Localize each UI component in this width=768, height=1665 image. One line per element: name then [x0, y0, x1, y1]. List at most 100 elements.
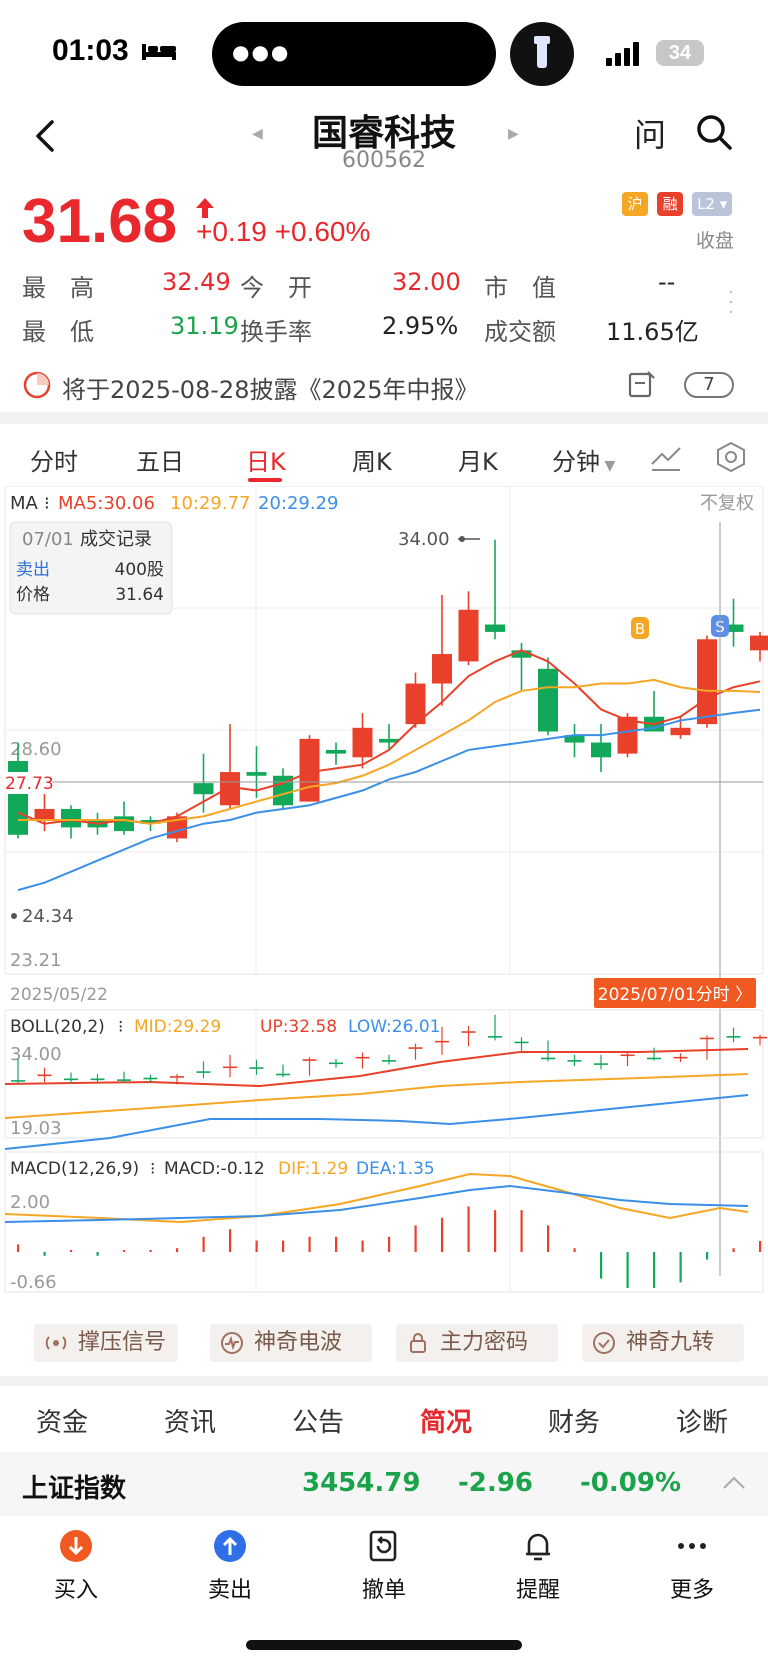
- active-tab-indicator: [248, 478, 282, 482]
- sell-button[interactable]: 卖出: [180, 1528, 280, 1604]
- tab-monthly-k[interactable]: 月K: [458, 442, 498, 477]
- candle-body: [670, 727, 691, 736]
- adjust-toggle[interactable]: 不复权: [700, 493, 754, 514]
- tab-weekly-k[interactable]: 周K: [352, 442, 392, 477]
- candle-body: [326, 749, 346, 754]
- index-change-pct: -0.09%: [580, 1468, 681, 1498]
- tab-five-day[interactable]: 五日: [136, 442, 184, 477]
- draw-line-icon[interactable]: [650, 442, 682, 472]
- settings-hex-icon[interactable]: [714, 440, 748, 474]
- tab-diagnosis[interactable]: 诊断: [676, 1402, 728, 1439]
- more-button[interactable]: 更多: [642, 1528, 742, 1604]
- macd-bar: [414, 1225, 417, 1252]
- index-value: 3454.79: [302, 1468, 421, 1498]
- buy-marker[interactable]: B: [631, 617, 649, 639]
- stat-label: 成交额: [484, 318, 556, 346]
- candle-body: [458, 609, 479, 662]
- notice-text: 将于2025-08-28披露《2025年中报》: [62, 376, 479, 404]
- buy-icon: [60, 1530, 92, 1562]
- tab-intraday[interactable]: 分时: [30, 442, 78, 477]
- ma10-legend: 10:29.77: [170, 493, 251, 514]
- macd-menu-icon[interactable]: ⁝: [150, 1159, 155, 1179]
- next-stock-icon[interactable]: ▶: [508, 126, 519, 142]
- status-bar: 01:03 ●●● 34: [0, 0, 768, 100]
- tab-minute[interactable]: 分钟 ▼: [552, 442, 615, 477]
- stat-volume-amount: 11.65亿: [606, 318, 699, 346]
- ma-label: MA: [10, 493, 39, 514]
- chevron-up-icon[interactable]: [722, 1476, 746, 1490]
- magic-nine-button[interactable]: 神奇九转: [582, 1324, 744, 1362]
- ma10-line: [18, 678, 761, 825]
- flashlight-icon[interactable]: [510, 22, 574, 86]
- buy-label: 买入: [53, 1578, 98, 1603]
- tab-news[interactable]: 资讯: [164, 1402, 216, 1439]
- stat-label: 最 高: [22, 274, 94, 302]
- macd-name[interactable]: MACD(12,26,9): [10, 1159, 139, 1179]
- boll-mid-line: [4, 1073, 749, 1119]
- tooltip-title: 成交记录: [80, 529, 152, 550]
- more-stats-icon[interactable]: · · ·: [728, 284, 734, 322]
- index-change: -2.96: [458, 1468, 533, 1498]
- candle-body: [591, 742, 611, 758]
- buy-button[interactable]: 买入: [26, 1528, 126, 1604]
- macd-bar: [626, 1252, 629, 1288]
- macd-bar: [255, 1240, 258, 1252]
- candle-body: [432, 654, 452, 684]
- search-icon[interactable]: [694, 112, 734, 152]
- macd-bar: [573, 1248, 576, 1252]
- macd-bar: [467, 1206, 470, 1252]
- bookmark-edit-icon[interactable]: [626, 370, 656, 400]
- more-dots-icon: [678, 1543, 706, 1549]
- ask-button[interactable]: 问: [634, 110, 666, 156]
- magic-wave-button[interactable]: 神奇电波: [210, 1324, 372, 1362]
- stat-market-cap: --: [658, 268, 676, 296]
- stat-low: 31.19: [170, 312, 239, 340]
- tab-funds[interactable]: 资金: [36, 1402, 88, 1439]
- notice-count-badge[interactable]: 7: [684, 372, 734, 398]
- macd-bar: [759, 1240, 762, 1252]
- macd-bar: [361, 1240, 364, 1252]
- quote-stats: 最 高 32.49 今 开 32.00 市 值 -- 最 低 31.19 换手率…: [22, 262, 722, 350]
- y-axis-label: 23.21: [10, 950, 62, 971]
- support-resistance-button[interactable]: 撑压信号: [34, 1324, 178, 1362]
- start-date-label: 2025/05/22: [10, 985, 108, 1005]
- ma-menu-icon[interactable]: ⁝: [44, 493, 50, 514]
- disclosure-notice[interactable]: 将于2025-08-28披露《2025年中报》 7: [0, 360, 768, 410]
- cursor-date-label[interactable]: 2025/07/01分时 〉: [598, 985, 752, 1005]
- lock-icon: [410, 1333, 426, 1353]
- kline-chart[interactable]: MA ⁝ MA5:30.06 10:29.77 20:29.29 不复权 07/…: [0, 486, 768, 1312]
- boll-lower-line: [4, 1094, 749, 1150]
- ma5-legend: MA5:30.06: [58, 493, 155, 514]
- index-ticker[interactable]: 上证指数 3454.79 -2.96 -0.09%: [0, 1452, 768, 1516]
- wave-icon: [221, 1332, 243, 1354]
- tab-announcements[interactable]: 公告: [292, 1402, 344, 1439]
- boll-up: UP:32.58: [260, 1017, 337, 1037]
- current-price: 31.68: [22, 187, 178, 256]
- tab-profile[interactable]: 简况: [420, 1402, 472, 1439]
- feature-label: 撑压信号: [78, 1330, 167, 1355]
- macd-bar: [202, 1236, 205, 1252]
- macd-bar: [494, 1210, 497, 1252]
- macd-bar: [679, 1252, 682, 1283]
- alert-button[interactable]: 提醒: [488, 1528, 588, 1604]
- boll-name[interactable]: BOLL(20,2): [10, 1017, 105, 1037]
- macd-bar: [229, 1229, 232, 1252]
- main-force-code-button[interactable]: 主力密码: [396, 1324, 558, 1362]
- stat-open: 32.00: [392, 268, 461, 296]
- stat-label: 市 值: [484, 274, 556, 302]
- signal-icon: [606, 42, 639, 66]
- boll-axis-bottom: 19.03: [10, 1118, 62, 1139]
- boll-menu-icon[interactable]: ⁝: [118, 1017, 123, 1037]
- stat-high: 32.49: [162, 268, 231, 296]
- tab-financials[interactable]: 财务: [548, 1402, 600, 1439]
- macd-bar: [706, 1252, 709, 1260]
- tab-daily-k[interactable]: 日K: [246, 442, 286, 477]
- chart-period-tabs: 分时 五日 日K 周K 月K 分钟 ▼: [0, 436, 768, 486]
- tooltip-side: 卖出: [16, 560, 50, 580]
- cancel-order-button[interactable]: 撤单: [334, 1528, 434, 1604]
- macd-bar: [547, 1225, 550, 1252]
- badge-l2[interactable]: L2 ▾: [692, 192, 733, 216]
- trade-record-tooltip[interactable]: 07/01 成交记录 卖出 400股 价格 31.64: [9, 521, 173, 615]
- macd-dif: DIF:1.29: [278, 1159, 348, 1179]
- macd-axis-bottom: -0.66: [10, 1272, 57, 1293]
